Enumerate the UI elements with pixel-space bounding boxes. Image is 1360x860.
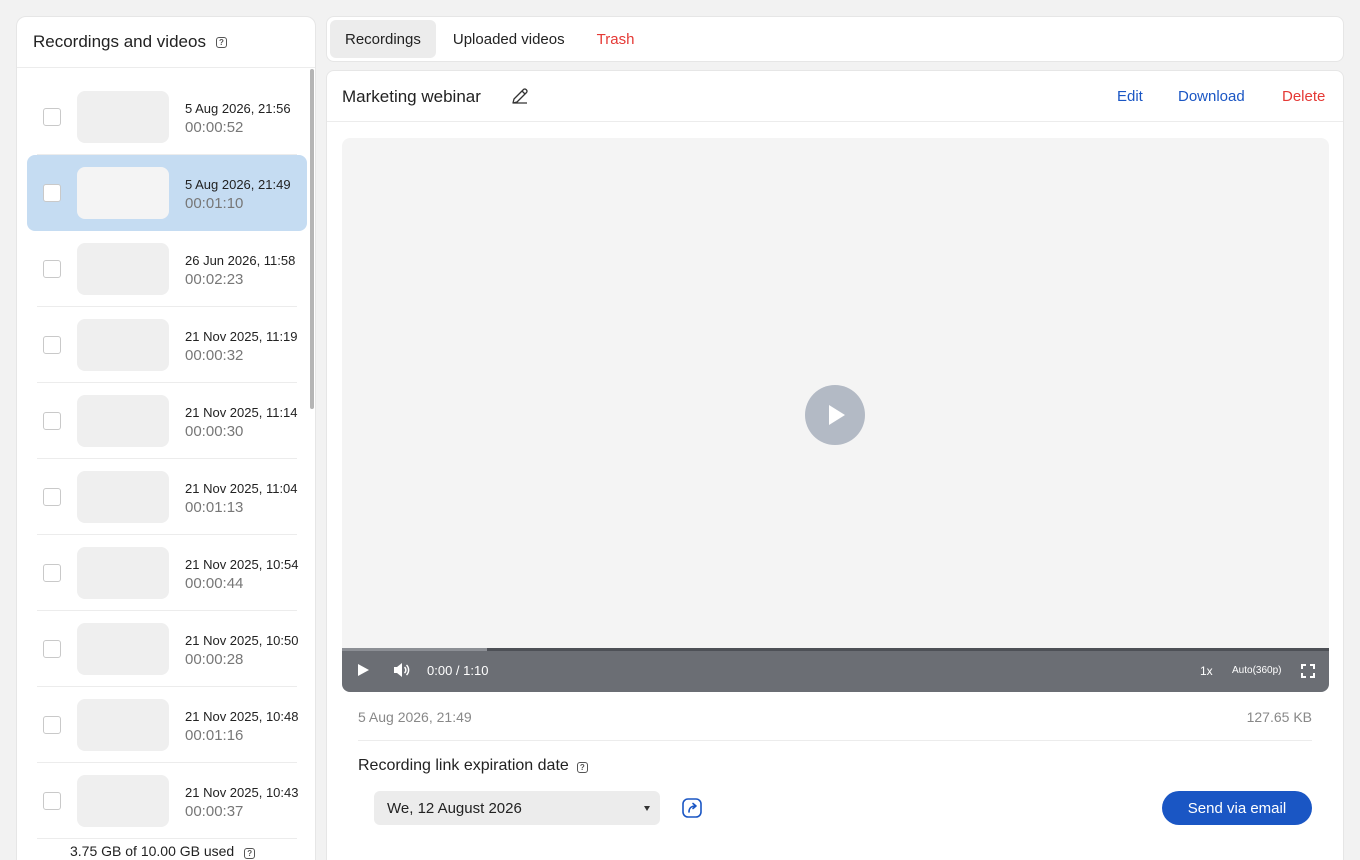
recording-thumbnail[interactable] bbox=[77, 471, 169, 523]
delete-button[interactable]: Delete bbox=[1282, 88, 1325, 105]
recordings-sidebar: Recordings and videos ? 5 Aug 2026, 21:5… bbox=[16, 16, 316, 860]
edit-button[interactable]: Edit bbox=[1117, 88, 1143, 105]
volume-icon[interactable] bbox=[393, 662, 411, 683]
recording-list-item[interactable]: 21 Nov 2025, 10:43 00:00:37 bbox=[27, 763, 307, 839]
select-checkbox[interactable] bbox=[43, 412, 61, 430]
player-controls: 0:00 / 1:10 1x Auto(360p) bbox=[342, 648, 1329, 692]
recording-thumbnail[interactable] bbox=[77, 699, 169, 751]
playback-time: 0:00 / 1:10 bbox=[427, 663, 489, 678]
recording-item-duration: 00:00:52 bbox=[185, 119, 244, 136]
play-icon[interactable] bbox=[805, 385, 865, 445]
recording-item-date: 5 Aug 2026, 21:49 bbox=[185, 177, 291, 192]
storage-text: 3.75 GB of 10.00 GB used bbox=[70, 843, 235, 859]
recording-item-duration: 00:01:16 bbox=[185, 727, 244, 744]
recording-item-duration: 00:01:10 bbox=[185, 195, 244, 212]
recording-list-item[interactable]: 21 Nov 2025, 11:04 00:01:13 bbox=[27, 459, 307, 535]
recording-item-date: 21 Nov 2025, 11:14 bbox=[185, 405, 298, 420]
fullscreen-icon[interactable] bbox=[1301, 664, 1315, 683]
recording-item-duration: 00:00:44 bbox=[185, 575, 244, 592]
recording-thumbnail[interactable] bbox=[77, 91, 169, 143]
select-checkbox[interactable] bbox=[43, 488, 61, 506]
recording-item-date: 21 Nov 2025, 10:54 bbox=[185, 557, 299, 572]
recording-item-date: 5 Aug 2026, 21:56 bbox=[185, 101, 291, 116]
select-checkbox[interactable] bbox=[43, 108, 61, 126]
recording-thumbnail[interactable] bbox=[77, 167, 169, 219]
recording-list-item[interactable]: 21 Nov 2025, 11:14 00:00:30 bbox=[27, 383, 307, 459]
select-checkbox[interactable] bbox=[43, 640, 61, 658]
help-icon[interactable]: ? bbox=[215, 36, 227, 48]
recording-item-duration: 00:00:37 bbox=[185, 803, 244, 820]
recording-thumbnail[interactable] bbox=[77, 775, 169, 827]
recording-item-duration: 00:00:30 bbox=[185, 423, 244, 440]
tab-uploaded-videos[interactable]: Uploaded videos bbox=[438, 20, 580, 58]
tab-bar: Recordings Uploaded videos Trash bbox=[326, 16, 1344, 62]
recording-title: Marketing webinar bbox=[342, 87, 481, 106]
expiration-date-select[interactable]: We, 12 August 2026 bbox=[374, 791, 660, 825]
recording-list-item[interactable]: 5 Aug 2026, 21:49 00:01:10 bbox=[27, 155, 307, 231]
play-icon[interactable] bbox=[358, 664, 369, 676]
divider bbox=[37, 838, 297, 839]
select-checkbox[interactable] bbox=[43, 260, 61, 278]
sidebar-title: Recordings and videos bbox=[33, 32, 206, 51]
tab-recordings[interactable]: Recordings bbox=[330, 20, 436, 58]
recording-list-item[interactable]: 21 Nov 2025, 10:48 00:01:16 bbox=[27, 687, 307, 763]
recording-item-date: 21 Nov 2025, 11:19 bbox=[185, 329, 298, 344]
recording-item-date: 21 Nov 2025, 10:48 bbox=[185, 709, 299, 724]
send-via-email-button[interactable]: Send via email bbox=[1162, 791, 1312, 825]
recording-header: Marketing webinar Edit Download Delete bbox=[327, 71, 1343, 122]
select-checkbox[interactable] bbox=[43, 336, 61, 354]
progress-buffered bbox=[342, 648, 488, 651]
pencil-icon[interactable] bbox=[510, 86, 530, 111]
divider bbox=[358, 740, 1312, 741]
recording-date: 5 Aug 2026, 21:49 bbox=[358, 709, 472, 725]
recording-thumbnail[interactable] bbox=[77, 623, 169, 675]
expiration-date-value: We, 12 August 2026 bbox=[387, 799, 522, 817]
recording-thumbnail[interactable] bbox=[77, 243, 169, 295]
select-checkbox[interactable] bbox=[43, 792, 61, 810]
help-icon[interactable]: ? bbox=[576, 762, 588, 773]
recording-thumbnail[interactable] bbox=[77, 319, 169, 371]
recording-item-duration: 00:02:23 bbox=[185, 271, 244, 288]
caret-down-icon bbox=[644, 806, 650, 811]
storage-usage: 3.75 GB of 10.00 GB used? bbox=[70, 843, 256, 859]
recording-item-duration: 00:01:13 bbox=[185, 499, 244, 516]
sidebar-scrollbar[interactable] bbox=[310, 69, 314, 409]
help-icon[interactable]: ? bbox=[244, 848, 256, 859]
recording-item-date: 26 Jun 2026, 11:58 bbox=[185, 253, 296, 268]
progress-bar[interactable] bbox=[342, 648, 1329, 651]
recording-detail-panel: Marketing webinar Edit Download Delete 0… bbox=[326, 70, 1344, 860]
quality-button[interactable]: Auto(360p) bbox=[1232, 665, 1281, 676]
recording-list-item[interactable]: 26 Jun 2026, 11:58 00:02:23 bbox=[27, 231, 307, 307]
expiration-label: Recording link expiration date? bbox=[358, 757, 588, 775]
select-checkbox[interactable] bbox=[43, 716, 61, 734]
tab-trash[interactable]: Trash bbox=[582, 20, 650, 58]
recording-thumbnail[interactable] bbox=[77, 395, 169, 447]
recording-item-date: 21 Nov 2025, 11:04 bbox=[185, 481, 298, 496]
recording-list-item[interactable]: 5 Aug 2026, 21:56 00:00:52 bbox=[27, 79, 307, 155]
recording-list-item[interactable]: 21 Nov 2025, 11:19 00:00:32 bbox=[27, 307, 307, 383]
recording-list-item[interactable]: 21 Nov 2025, 10:54 00:00:44 bbox=[27, 535, 307, 611]
expiration-label-text: Recording link expiration date bbox=[358, 757, 569, 774]
share-link-icon[interactable] bbox=[680, 796, 704, 825]
video-player[interactable]: 0:00 / 1:10 1x Auto(360p) bbox=[342, 138, 1329, 692]
recording-item-duration: 00:00:32 bbox=[185, 347, 244, 364]
speed-button[interactable]: 1x bbox=[1200, 664, 1213, 678]
recording-thumbnail[interactable] bbox=[77, 547, 169, 599]
recording-size: 127.65 KB bbox=[1246, 709, 1312, 725]
recording-item-date: 21 Nov 2025, 10:50 bbox=[185, 633, 299, 648]
sidebar-header: Recordings and videos ? bbox=[17, 17, 315, 68]
recording-list-item[interactable]: 21 Nov 2025, 10:50 00:00:28 bbox=[27, 611, 307, 687]
download-button[interactable]: Download bbox=[1178, 88, 1245, 105]
select-checkbox[interactable] bbox=[43, 184, 61, 202]
recording-item-duration: 00:00:28 bbox=[185, 651, 244, 668]
recording-item-date: 21 Nov 2025, 10:43 bbox=[185, 785, 299, 800]
select-checkbox[interactable] bbox=[43, 564, 61, 582]
